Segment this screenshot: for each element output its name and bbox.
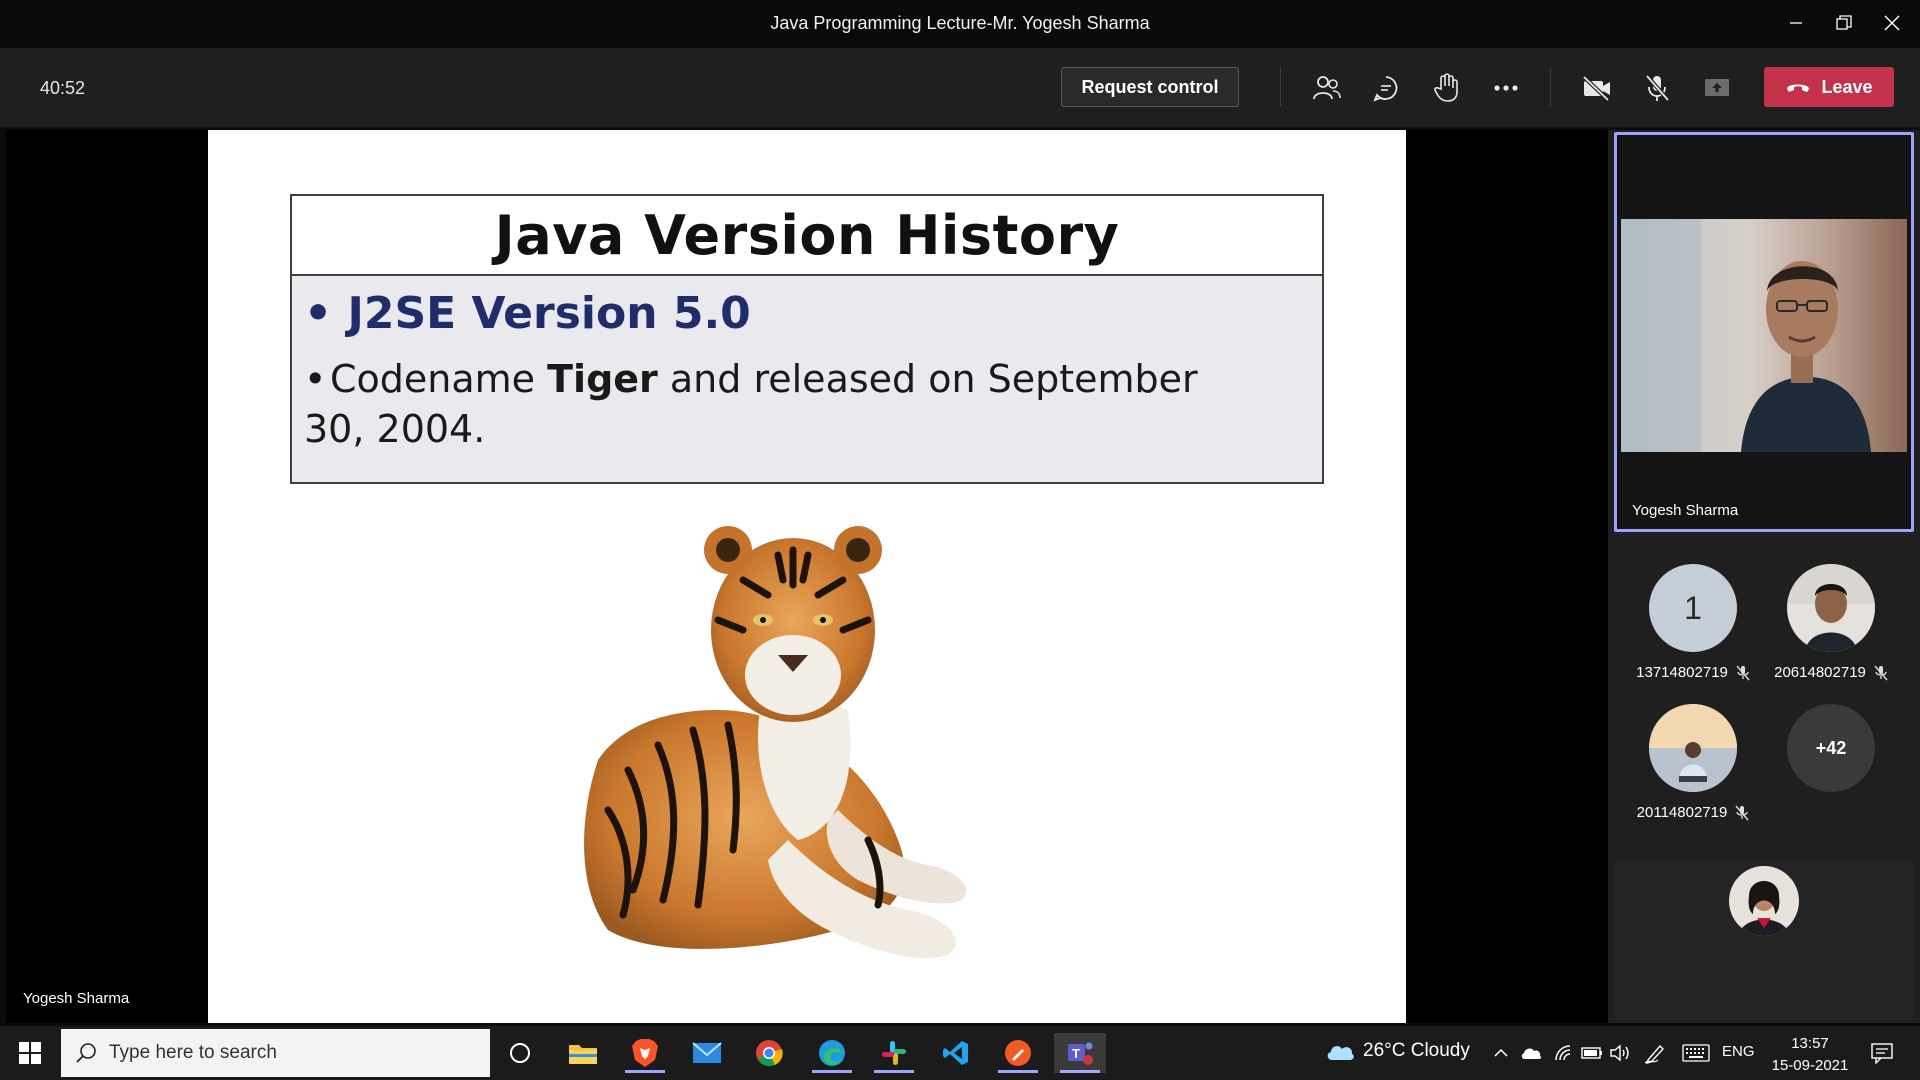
- meeting-timer: 40:52: [40, 78, 86, 98]
- presenter-name-label: Yogesh Sharma: [23, 990, 130, 1007]
- brave-browser-icon[interactable]: [619, 1033, 671, 1073]
- bullet-2-bold: Tiger: [547, 357, 658, 401]
- clock-time: 13:57: [1791, 1035, 1829, 1052]
- task-view-icon[interactable]: [494, 1033, 546, 1073]
- pen-icon[interactable]: [1642, 1038, 1668, 1068]
- slack-icon[interactable]: [868, 1033, 920, 1073]
- participant-label-row: 13714802719: [1628, 664, 1758, 681]
- teams-icon[interactable]: T: [1054, 1033, 1106, 1073]
- postman-icon[interactable]: [992, 1033, 1044, 1073]
- toolbar-divider: [1280, 68, 1281, 106]
- participants-icon[interactable]: [1307, 68, 1347, 108]
- weather-widget[interactable]: 26°C Cloudy: [1325, 1040, 1470, 1062]
- avatar-initial: 1: [1684, 589, 1702, 626]
- leave-label: Leave: [1821, 76, 1873, 97]
- active-app-indicator: [625, 1070, 665, 1073]
- avatar: [1787, 564, 1875, 652]
- title-bar: Java Programming Lecture-Mr. Yogesh Shar…: [0, 0, 1920, 48]
- restore-icon[interactable]: [1820, 4, 1868, 42]
- presenter-video-tile[interactable]: Yogesh Sharma: [1614, 132, 1914, 532]
- onedrive-cloud-icon[interactable]: [1518, 1038, 1544, 1068]
- svg-text:T: T: [1072, 1046, 1080, 1061]
- minimize-icon[interactable]: [1772, 4, 1820, 42]
- window-title: Java Programming Lecture-Mr. Yogesh Shar…: [770, 13, 1150, 33]
- active-app-indicator: [1060, 1070, 1100, 1073]
- share-screen-icon[interactable]: [1697, 68, 1737, 108]
- slide-content-box: Java Version History • J2SE Version 5.0 …: [290, 194, 1324, 484]
- taskbar-clock[interactable]: 13:57 15-09-2021: [1758, 1033, 1862, 1077]
- wifi-icon[interactable]: [1552, 1038, 1576, 1068]
- windows-taskbar: T 26°C Cloudy ENG 13:57: [0, 1026, 1920, 1080]
- clock-date: 15-09-2021: [1771, 1057, 1849, 1074]
- request-control-button[interactable]: Request control: [1061, 67, 1239, 107]
- toolbar-divider: [1550, 68, 1551, 106]
- more-participants-count: +42: [1787, 704, 1875, 792]
- more-options-icon[interactable]: [1486, 68, 1526, 108]
- participants-panel: Yogesh Sharma 1 13714802719 20614802719: [1608, 130, 1920, 1023]
- cloud-icon: [1327, 1046, 1354, 1060]
- more-participants-tile[interactable]: +42: [1766, 704, 1896, 792]
- weather-text: 26°C Cloudy: [1363, 1040, 1470, 1061]
- active-app-indicator: [812, 1070, 852, 1073]
- more-participants-label: +42: [1815, 737, 1847, 758]
- teams-meeting-window: Java Programming Lecture-Mr. Yogesh Shar…: [0, 0, 1920, 1080]
- raise-hand-icon[interactable]: [1426, 68, 1466, 108]
- close-icon[interactable]: [1868, 4, 1916, 42]
- taskbar-search-box[interactable]: [61, 1029, 490, 1077]
- leave-button[interactable]: Leave: [1764, 67, 1894, 107]
- active-app-indicator: [998, 1070, 1038, 1073]
- participant-name: 20614802719: [1774, 664, 1866, 681]
- chrome-icon[interactable]: [743, 1033, 795, 1073]
- self-preview-tile[interactable]: [1614, 860, 1914, 1020]
- search-icon: [76, 1043, 96, 1063]
- input-language-indicator[interactable]: ENG: [1722, 1043, 1755, 1060]
- mic-muted-icon: [1874, 665, 1888, 680]
- participant-label-row: 20614802719: [1766, 664, 1896, 681]
- presenter-video-feed: [1621, 219, 1907, 452]
- slide-bullet-1: • J2SE Version 5.0: [304, 288, 751, 339]
- slide-title: Java Version History: [494, 203, 1120, 267]
- show-hidden-icons-chevron-icon[interactable]: [1490, 1038, 1512, 1068]
- bullet-2-prefix: Codename: [330, 357, 548, 401]
- edge-icon[interactable]: [806, 1033, 858, 1073]
- participant-tile[interactable]: 20614802719: [1766, 564, 1896, 681]
- participant-name: 20114802719: [1636, 804, 1728, 821]
- camera-off-icon[interactable]: [1577, 68, 1617, 108]
- meeting-toolbar: 40:52 Request control Leave: [0, 48, 1920, 128]
- shared-content-stage: Java Version History • J2SE Version 5.0 …: [6, 130, 1608, 1023]
- participant-name: 13714802719: [1636, 664, 1728, 681]
- windows-start-icon[interactable]: [4, 1033, 56, 1073]
- avatar: [1649, 704, 1737, 792]
- phone-hangup-icon: [1787, 84, 1810, 92]
- participant-label-row: 20114802719: [1628, 804, 1758, 821]
- slide-bullet-2: •Codename Tiger and released on Septembe…: [304, 357, 1198, 451]
- participant-tile[interactable]: 20114802719: [1628, 704, 1758, 821]
- slide-bullet-1-text: J2SE Version 5.0: [347, 288, 751, 339]
- mic-muted-icon: [1735, 805, 1749, 820]
- participant-tile[interactable]: 1 13714802719: [1628, 564, 1758, 681]
- notifications-icon[interactable]: [1856, 1033, 1908, 1073]
- self-avatar: [1729, 866, 1799, 936]
- mail-icon[interactable]: [681, 1033, 733, 1073]
- slide-title-area: Java Version History: [292, 196, 1322, 276]
- tiger-image: [538, 510, 1058, 990]
- mic-off-icon[interactable]: [1637, 68, 1677, 108]
- avatar: 1: [1649, 564, 1737, 652]
- vscode-icon[interactable]: [930, 1033, 982, 1073]
- video-name-label: Yogesh Sharma: [1625, 499, 1746, 522]
- active-app-indicator: [874, 1070, 914, 1073]
- touch-keyboard-icon[interactable]: [1680, 1038, 1712, 1068]
- battery-icon[interactable]: [1580, 1038, 1604, 1068]
- chat-icon[interactable]: [1366, 68, 1406, 108]
- search-input[interactable]: [109, 1042, 469, 1064]
- presentation-slide: Java Version History • J2SE Version 5.0 …: [208, 130, 1406, 1023]
- file-explorer-icon[interactable]: [557, 1033, 609, 1073]
- mic-muted-icon: [1736, 665, 1750, 680]
- volume-icon[interactable]: [1608, 1038, 1632, 1068]
